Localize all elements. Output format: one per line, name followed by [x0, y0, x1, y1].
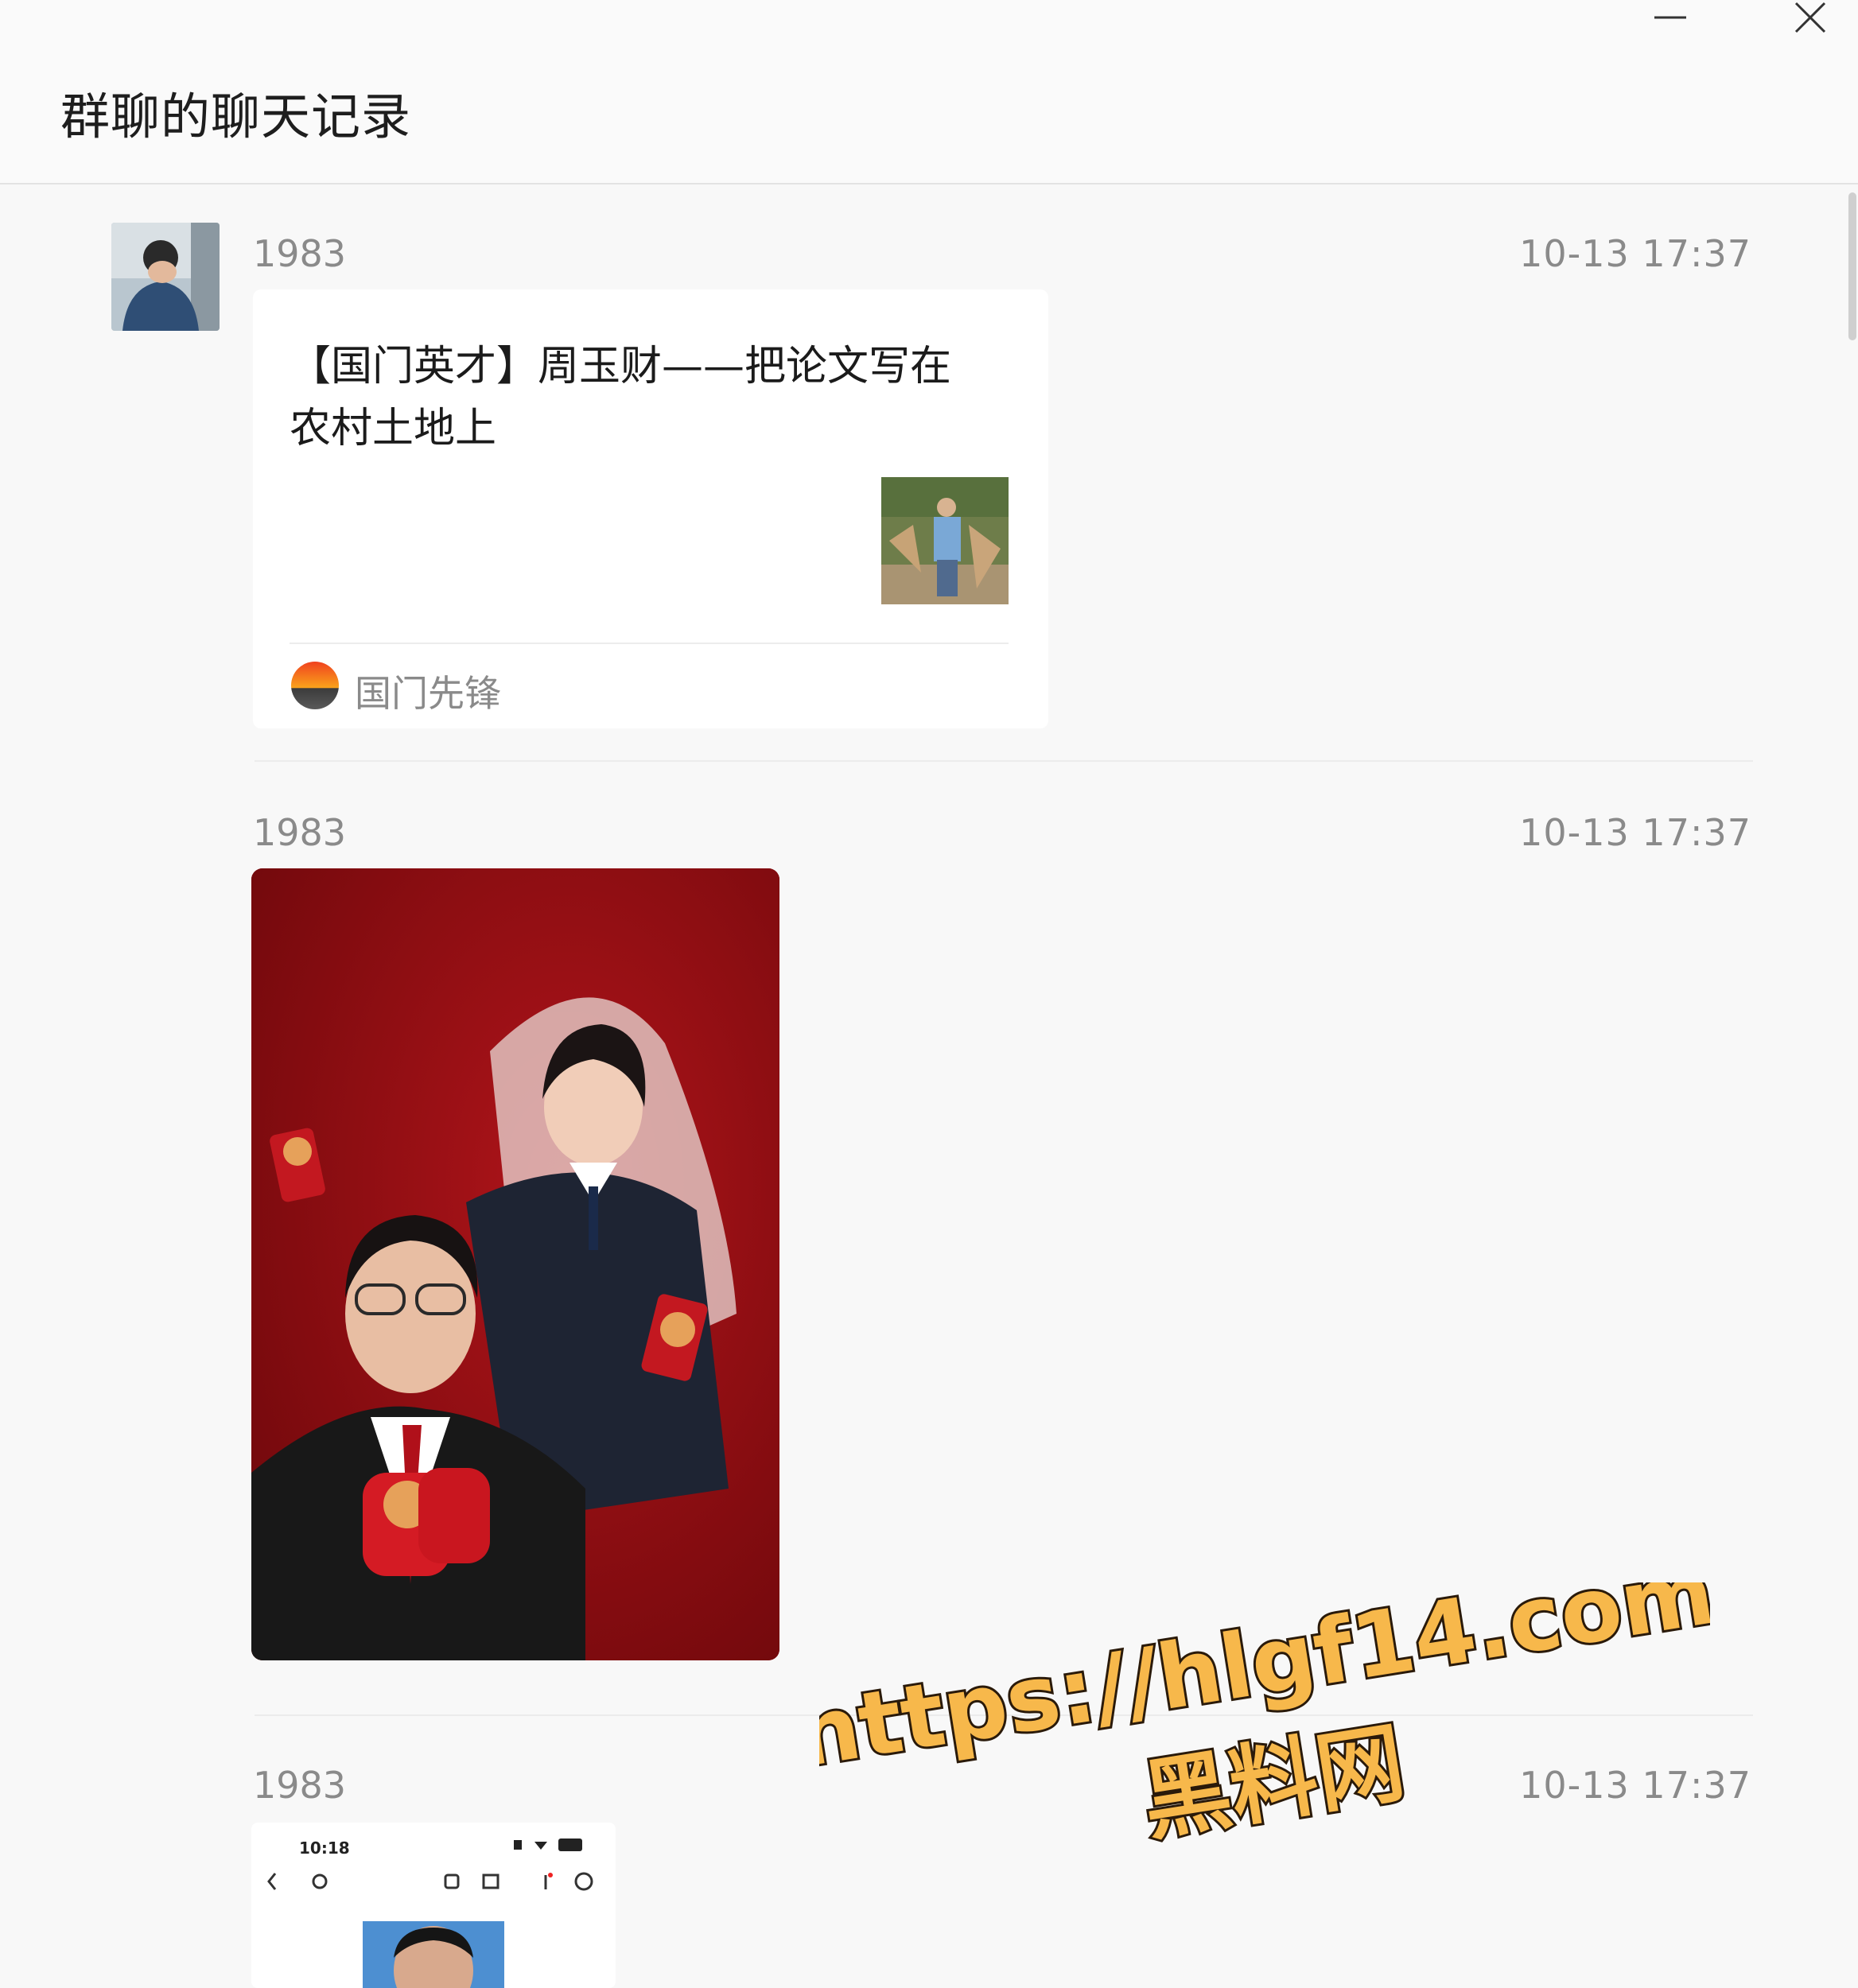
avatar[interactable]: [111, 223, 220, 331]
link-card-thumbnail: [881, 477, 1009, 604]
window-title: 群聊的聊天记录: [60, 87, 412, 146]
link-card-divider: [290, 643, 1009, 644]
screenshot-image[interactable]: 10:18: [251, 1823, 616, 1988]
link-card-source: 国门先锋: [355, 672, 501, 715]
close-button[interactable]: [1778, 0, 1842, 48]
wedding-photo-image[interactable]: [251, 868, 779, 1660]
message-time: 10-13 17:37: [1519, 232, 1751, 275]
title-bar: 群聊的聊天记录: [0, 0, 1858, 184]
scrollbar-thumb[interactable]: [1848, 192, 1856, 340]
sunset-logo-icon: [290, 660, 340, 711]
close-icon: [1794, 2, 1826, 33]
minimize-icon: [1654, 16, 1686, 19]
link-card-title: 【国门英才】周玉财——把论文写在农村土地上: [290, 343, 952, 452]
sender-name: 1983: [253, 232, 347, 275]
minimize-button[interactable]: [1638, 0, 1702, 48]
sender-name: 1983: [253, 811, 347, 854]
link-card[interactable]: 【国门英才】周玉财——把论文写在农村土地上 国门先锋: [253, 289, 1048, 728]
id-photo-image: [363, 1921, 504, 1988]
watermark-text: 黑料网: [1136, 1711, 1411, 1853]
watermark: https://hlgf14.com 黑料网: [787, 1539, 1724, 1869]
message-divider: [255, 760, 1753, 762]
message-time: 10-13 17:37: [1519, 811, 1751, 854]
sender-name: 1983: [253, 1764, 347, 1807]
scrollbar[interactable]: [1844, 184, 1858, 1988]
